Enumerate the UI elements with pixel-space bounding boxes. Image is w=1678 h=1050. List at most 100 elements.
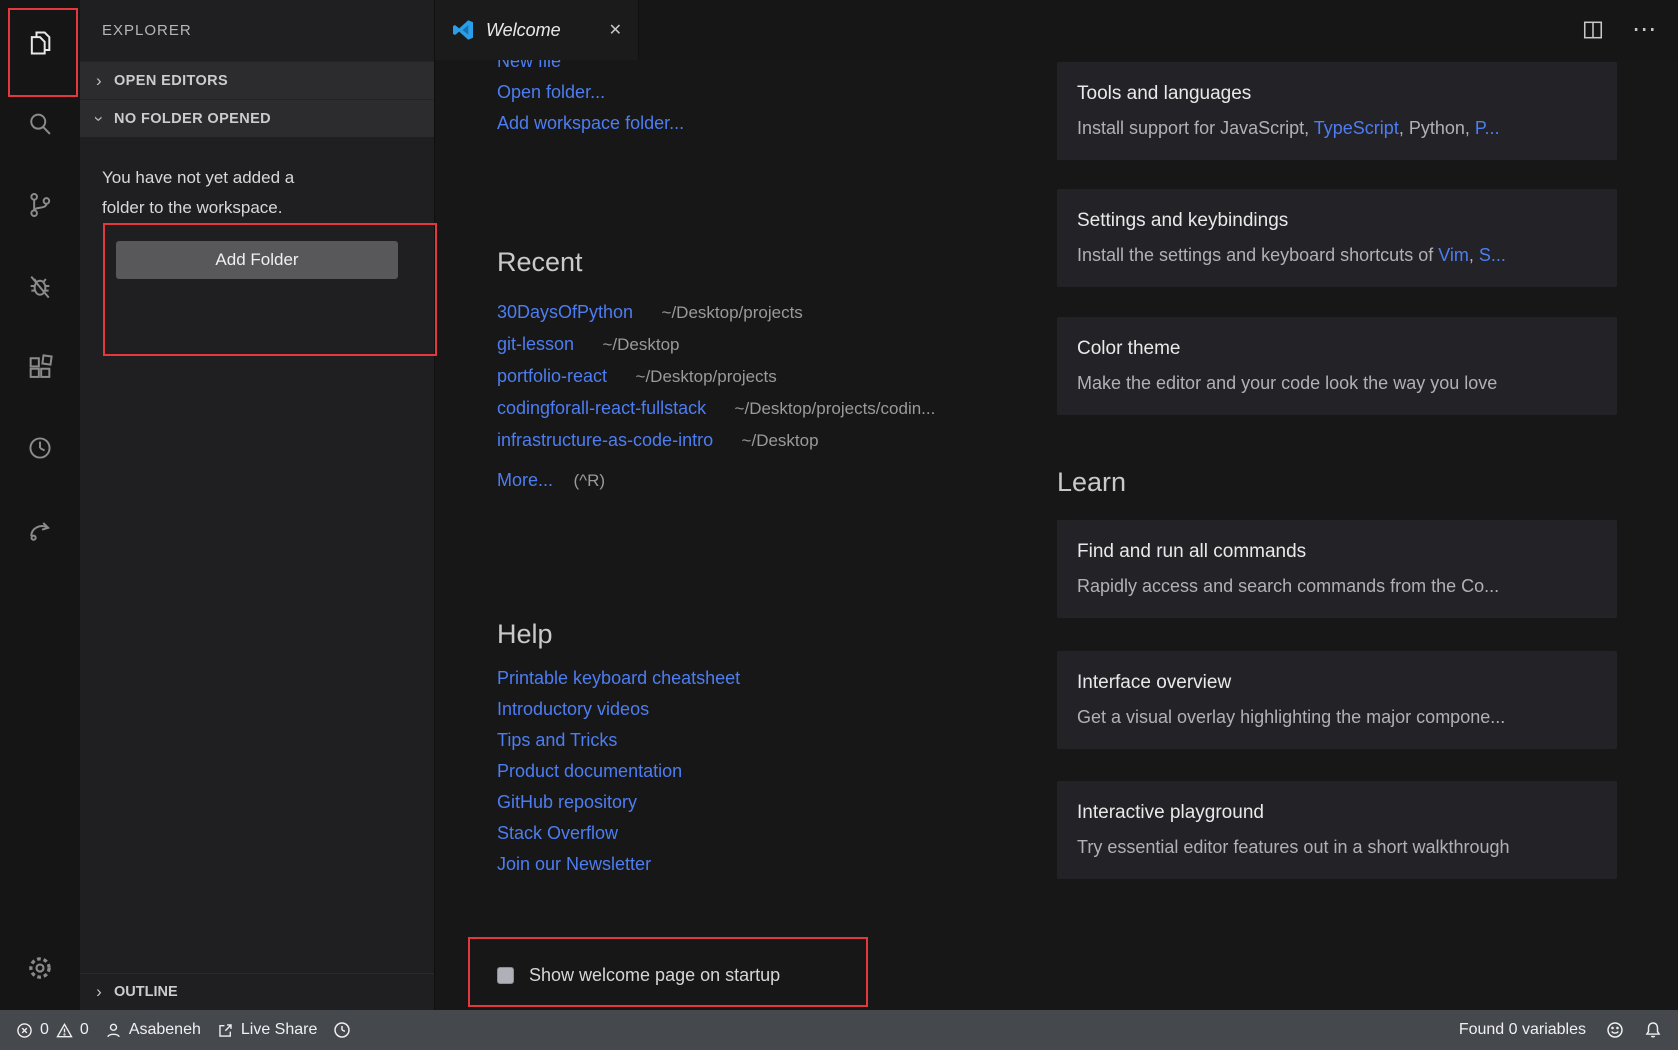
help-link[interactable]: Product documentation	[497, 756, 1045, 787]
split-editor-icon[interactable]	[1582, 19, 1604, 41]
account-label: Asabeneh	[129, 1021, 201, 1039]
card-title: Interactive playground	[1077, 800, 1597, 826]
recent-item: infrastructure-as-code-intro ~/Desktop	[497, 425, 1045, 457]
recent-item: 30DaysOfPython ~/Desktop/projects	[497, 297, 1045, 329]
error-icon	[16, 1022, 33, 1039]
new-file-link[interactable]: New file	[497, 60, 1045, 77]
recent-list: 30DaysOfPython ~/Desktop/projects git-le…	[497, 297, 1045, 457]
welcome-page: New file Open folder... Add workspace fo…	[435, 60, 1678, 1010]
help-link[interactable]: Stack Overflow	[497, 818, 1045, 849]
live-share-label: Live Share	[241, 1021, 318, 1039]
clock-icon	[333, 1021, 351, 1039]
card-description: Try essential editor features out in a s…	[1077, 834, 1597, 860]
clock-icon[interactable]	[0, 407, 80, 488]
warning-icon	[56, 1022, 73, 1039]
source-control-icon[interactable]	[0, 164, 80, 245]
share-icon[interactable]	[0, 488, 80, 569]
section-open-editors-label: OPEN EDITORS	[114, 73, 228, 89]
live-share-status-item[interactable]: Live Share	[217, 1021, 318, 1039]
clock-status-item[interactable]	[333, 1021, 351, 1039]
help-link[interactable]: Introductory videos	[497, 694, 1045, 725]
editor-area: Welcome ✕ ⋯ New file Open folder... Add …	[435, 0, 1678, 1010]
window: EXPLORER › OPEN EDITORS › NO FOLDER OPEN…	[0, 0, 1678, 1010]
show-welcome-checkbox[interactable]	[497, 967, 514, 984]
recent-item-link[interactable]: infrastructure-as-code-intro	[497, 430, 713, 450]
recent-item-link[interactable]: 30DaysOfPython	[497, 302, 633, 322]
chevron-right-icon: ›	[92, 71, 106, 91]
recent-item-path: ~/Desktop/projects	[662, 303, 803, 322]
files-explorer-icon[interactable]	[0, 2, 80, 83]
extensions-icon[interactable]	[0, 326, 80, 407]
found-variables-status[interactable]: Found 0 variables	[1459, 1021, 1586, 1039]
section-outline-label: OUTLINE	[114, 984, 178, 1000]
more-shortcut: (^R)	[573, 471, 605, 490]
card-description: Install the settings and keyboard shortc…	[1077, 242, 1597, 268]
warning-count: 0	[80, 1021, 89, 1039]
help-link[interactable]: GitHub repository	[497, 787, 1045, 818]
learn-heading: Learn	[1057, 465, 1617, 499]
card-interactive-playground[interactable]: Interactive playground Try essential edi…	[1057, 781, 1617, 879]
help-link[interactable]: Join our Newsletter	[497, 849, 1045, 880]
help-link[interactable]: Printable keyboard cheatsheet	[497, 663, 1045, 694]
activity-bar	[0, 0, 80, 1010]
search-icon[interactable]	[0, 83, 80, 164]
recent-item-link[interactable]: git-lesson	[497, 334, 574, 354]
status-bar: 0 0 Asabeneh Live Share Found 0 variable…	[0, 1010, 1678, 1050]
section-no-folder-label: NO FOLDER OPENED	[114, 111, 271, 127]
recent-more-row: More... (^R)	[497, 465, 1045, 497]
debug-icon[interactable]	[0, 245, 80, 326]
recent-heading: Recent	[497, 245, 1045, 279]
problems-indicator[interactable]: 0 0	[16, 1021, 89, 1039]
recent-item-path: ~/Desktop/projects	[636, 367, 777, 386]
card-description: Rapidly access and search commands from …	[1077, 573, 1597, 599]
chevron-down-icon: ›	[89, 112, 109, 126]
editor-actions: ⋯	[1582, 0, 1656, 60]
open-folder-link[interactable]: Open folder...	[497, 77, 1045, 108]
show-welcome-label: Show welcome page on startup	[529, 965, 780, 986]
section-no-folder-opened[interactable]: › NO FOLDER OPENED	[80, 99, 434, 137]
vscode-logo-icon	[451, 18, 475, 42]
startup-checkbox-row: Show welcome page on startup	[497, 965, 1045, 986]
close-icon[interactable]: ✕	[609, 20, 622, 40]
typescript-link[interactable]: TypeScript	[1314, 118, 1399, 138]
vim-link[interactable]: Vim	[1438, 245, 1469, 265]
recent-item: codingforall-react-fullstack ~/Desktop/p…	[497, 393, 1045, 425]
notifications-status-item[interactable]	[1644, 1021, 1662, 1039]
card-description: Install support for JavaScript, TypeScri…	[1077, 115, 1597, 141]
help-list: Printable keyboard cheatsheet Introducto…	[497, 663, 1045, 880]
card-title: Settings and keybindings	[1077, 208, 1597, 234]
recent-item-path: ~/Desktop/projects/codin...	[735, 399, 936, 418]
card-find-run-commands[interactable]: Find and run all commands Rapidly access…	[1057, 520, 1617, 618]
recent-item: portfolio-react ~/Desktop/projects	[497, 361, 1045, 393]
add-folder-button[interactable]: Add Folder	[116, 241, 398, 279]
card-tools-and-languages[interactable]: Tools and languages Install support for …	[1057, 62, 1617, 160]
more-link[interactable]: More...	[497, 470, 553, 490]
card-description: Get a visual overlay highlighting the ma…	[1077, 704, 1597, 730]
account-status-item[interactable]: Asabeneh	[105, 1021, 201, 1039]
recent-item-link[interactable]: codingforall-react-fullstack	[497, 398, 706, 418]
recent-item: git-lesson ~/Desktop	[497, 329, 1045, 361]
card-color-theme[interactable]: Color theme Make the editor and your cod…	[1057, 317, 1617, 415]
more-keybindings-link[interactable]: S...	[1479, 245, 1506, 265]
chevron-right-icon: ›	[92, 982, 106, 1002]
card-title: Color theme	[1077, 336, 1597, 362]
more-actions-icon[interactable]: ⋯	[1632, 18, 1656, 42]
recent-item-link[interactable]: portfolio-react	[497, 366, 607, 386]
card-title: Interface overview	[1077, 670, 1597, 696]
recent-item-path: ~/Desktop	[603, 335, 680, 354]
add-workspace-folder-link[interactable]: Add workspace folder...	[497, 108, 1045, 139]
section-open-editors[interactable]: › OPEN EDITORS	[80, 61, 434, 99]
person-icon	[105, 1022, 122, 1039]
settings-gear-icon[interactable]	[0, 936, 80, 1000]
smiley-icon	[1606, 1021, 1624, 1039]
sidebar-title: EXPLORER	[80, 0, 434, 61]
more-languages-link[interactable]: P...	[1475, 118, 1500, 138]
help-link[interactable]: Tips and Tricks	[497, 725, 1045, 756]
live-share-icon	[217, 1022, 234, 1039]
card-interface-overview[interactable]: Interface overview Get a visual overlay …	[1057, 651, 1617, 749]
feedback-status-item[interactable]	[1606, 1021, 1624, 1039]
tab-title: Welcome	[486, 20, 601, 41]
section-outline[interactable]: › OUTLINE	[80, 973, 434, 1010]
card-settings-and-keybindings[interactable]: Settings and keybindings Install the set…	[1057, 189, 1617, 287]
tab-welcome[interactable]: Welcome ✕	[435, 0, 639, 60]
